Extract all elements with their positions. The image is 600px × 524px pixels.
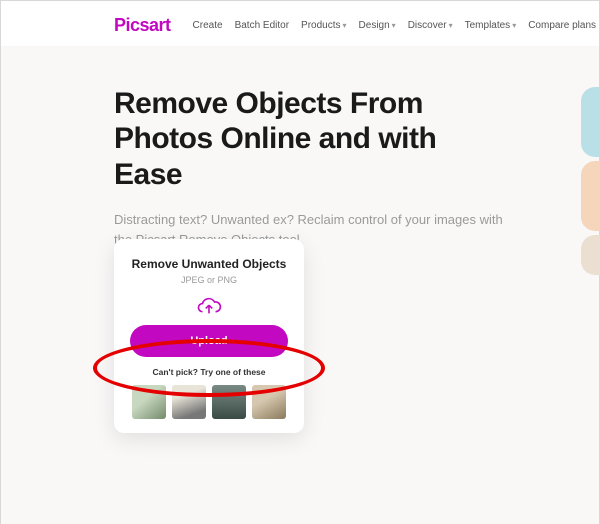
cloud-upload-icon: [196, 295, 222, 317]
logo[interactable]: Picsart: [114, 15, 171, 36]
chevron-down-icon: ▾: [512, 21, 516, 30]
chevron-down-icon: ▾: [449, 21, 453, 30]
header: Picsart Create Batch Editor Products▾ De…: [1, 1, 599, 46]
decorative-shape: [581, 87, 600, 157]
upload-card: Remove Unwanted Objects JPEG or PNG Uplo…: [114, 239, 304, 433]
nav-label: Products: [301, 20, 340, 31]
nav-design[interactable]: Design▾: [359, 20, 396, 31]
nav-label: Templates: [465, 20, 511, 31]
card-hint: JPEG or PNG: [130, 275, 288, 285]
sample-thumb[interactable]: [172, 385, 206, 419]
nav-compare-plans[interactable]: Compare plans: [528, 20, 596, 31]
upload-button[interactable]: Upload: [130, 325, 288, 357]
sample-thumb[interactable]: [212, 385, 246, 419]
nav-label: Compare plans: [528, 20, 596, 31]
try-one-text: Can't pick? Try one of these: [130, 367, 288, 377]
card-title: Remove Unwanted Objects: [130, 257, 288, 271]
hero-title: Remove Objects From Photos Online and wi…: [114, 86, 494, 192]
nav-label: Batch Editor: [235, 20, 289, 31]
decorative-shape: [581, 235, 600, 275]
nav-products[interactable]: Products▾: [301, 20, 346, 31]
sample-thumbs: [130, 385, 288, 419]
nav: Create Batch Editor Products▾ Design▾ Di…: [193, 20, 596, 31]
chevron-down-icon: ▾: [392, 21, 396, 30]
sample-thumb[interactable]: [132, 385, 166, 419]
nav-templates[interactable]: Templates▾: [465, 20, 517, 31]
nav-create[interactable]: Create: [193, 20, 223, 31]
nav-label: Create: [193, 20, 223, 31]
chevron-down-icon: ▾: [343, 21, 347, 30]
decorative-shape: [581, 161, 600, 231]
nav-label: Design: [359, 20, 390, 31]
nav-label: Discover: [408, 20, 447, 31]
sample-thumb[interactable]: [252, 385, 286, 419]
nav-batch-editor[interactable]: Batch Editor: [235, 20, 289, 31]
nav-discover[interactable]: Discover▾: [408, 20, 453, 31]
